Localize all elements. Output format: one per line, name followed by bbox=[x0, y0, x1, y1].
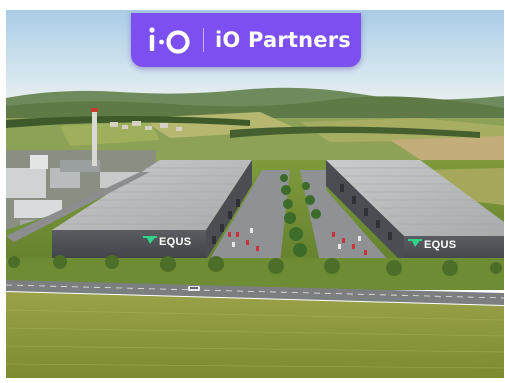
brand-name: iO Partners bbox=[215, 28, 352, 52]
io-partners-badge: iO Partners bbox=[131, 13, 361, 67]
svg-text:EQUS: EQUS bbox=[159, 236, 191, 248]
svg-text:EQUS: EQUS bbox=[424, 239, 456, 251]
io-logo-icon bbox=[149, 27, 190, 54]
image-frame: EQUS EQUS iO Partners bbox=[0, 0, 505, 383]
badge-divider bbox=[203, 28, 204, 52]
